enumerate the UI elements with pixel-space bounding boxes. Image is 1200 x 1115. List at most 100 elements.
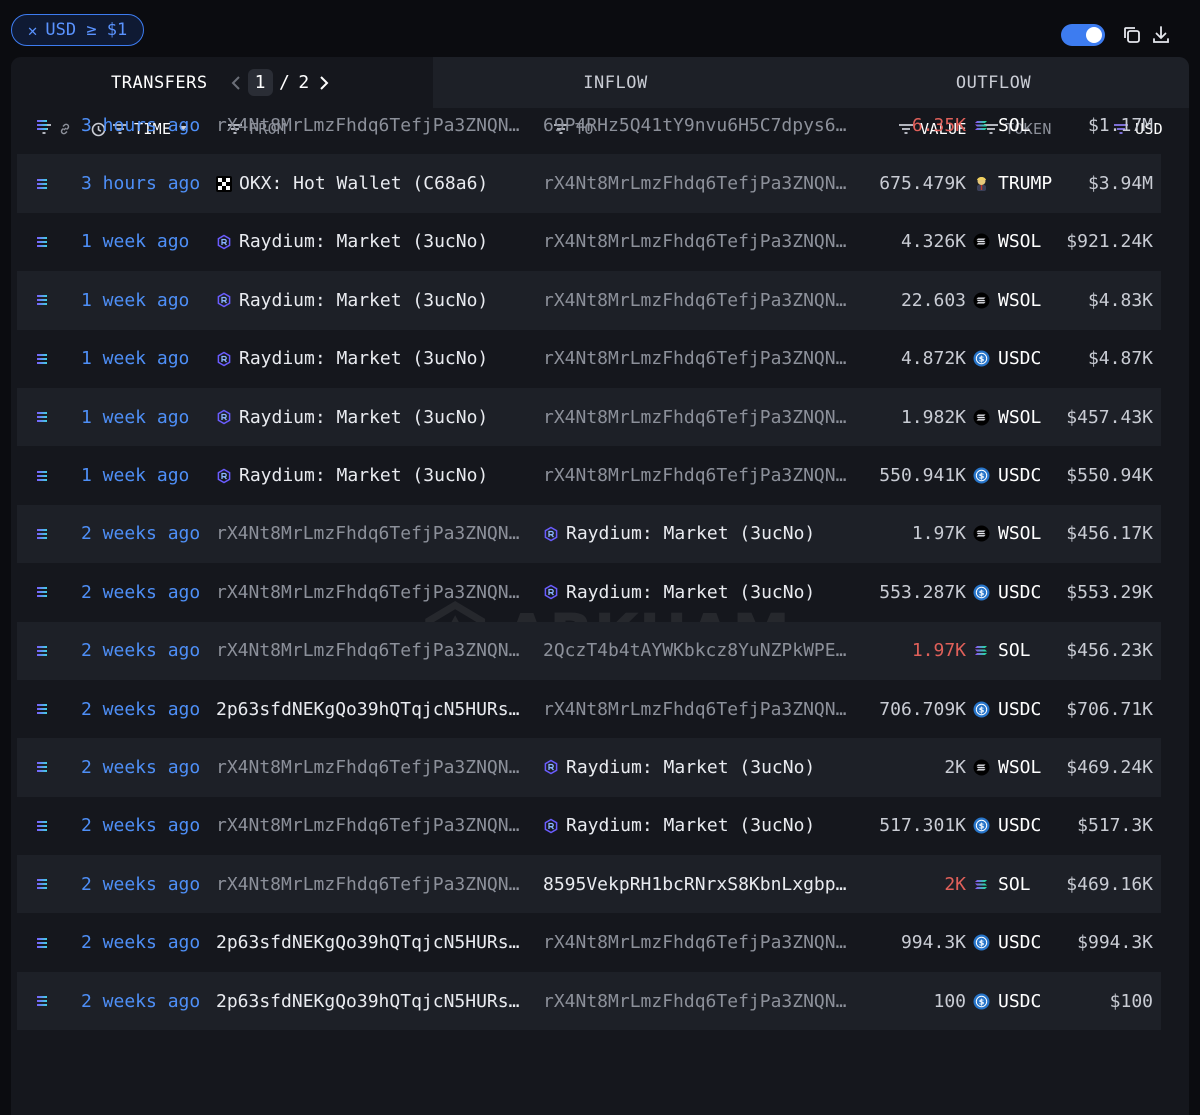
from-address-link[interactable]: 2p63sfdNEKgQo39hQTqjcN5HURs9…: [216, 699, 528, 720]
to-address-link[interactable]: rX4Nt8MrLmzFhdq6TefjPa3ZNQNu…: [543, 991, 855, 1012]
to-entity-link[interactable]: Raydium: Market (3ucNo): [566, 757, 815, 778]
time-link[interactable]: 1 week ago: [81, 271, 189, 329]
copy-icon[interactable]: [1121, 24, 1143, 46]
token-cell[interactable]: $ USDC: [973, 972, 1041, 1030]
table-row[interactable]: 2 weeks ago rX4Nt8MrLmzFhdq6TefjPa3ZNQNu……: [17, 855, 1161, 914]
table-row[interactable]: 1 week ago Raydium: Market (3ucNo) rX4Nt8M…: [17, 330, 1161, 388]
from-address-link[interactable]: rX4Nt8MrLmzFhdq6TefjPa3ZNQNu…: [216, 523, 528, 544]
time-link[interactable]: 2 weeks ago: [81, 913, 200, 971]
from-address-link[interactable]: 2p63sfdNEKgQo39hQTqjcN5HURs9…: [216, 932, 528, 953]
transfer-type-icon[interactable]: [35, 972, 59, 1030]
from-address-link[interactable]: rX4Nt8MrLmzFhdq6TefjPa3ZNQNu…: [216, 582, 528, 603]
transfer-type-icon[interactable]: [35, 271, 59, 329]
from-entity-link[interactable]: Raydium: Market (3ucNo): [239, 290, 488, 311]
table-row[interactable]: 3 hours ago rX4Nt8MrLmzFhdq6TefjPa3ZNQNu……: [17, 96, 1161, 154]
transfer-type-icon[interactable]: [35, 738, 59, 796]
time-link[interactable]: 2 weeks ago: [81, 680, 200, 738]
time-link[interactable]: 3 hours ago: [81, 154, 200, 212]
token-cell[interactable]: WSOL: [973, 213, 1041, 271]
table-row[interactable]: 1 week ago Raydium: Market (3ucNo) rX4Nt8M…: [17, 387, 1161, 447]
to-entity-link[interactable]: Raydium: Market (3ucNo): [566, 523, 815, 544]
from-address-link[interactable]: rX4Nt8MrLmzFhdq6TefjPa3ZNQNu…: [216, 874, 528, 895]
token-cell[interactable]: $ USDC: [973, 797, 1041, 855]
to-address-link[interactable]: rX4Nt8MrLmzFhdq6TefjPa3ZNQNu…: [543, 699, 855, 720]
to-address-link[interactable]: 8595VekpRH1bcRNrxS8KbnLxgbpR…: [543, 874, 855, 895]
time-link[interactable]: 2 weeks ago: [81, 738, 200, 796]
token-cell[interactable]: WSOL: [973, 505, 1041, 563]
to-address-link[interactable]: rX4Nt8MrLmzFhdq6TefjPa3ZNQNu…: [543, 348, 855, 369]
to-entity-link[interactable]: Raydium: Market (3ucNo): [566, 582, 815, 603]
table-row[interactable]: 2 weeks ago rX4Nt8MrLmzFhdq6TefjPa3ZNQNu……: [17, 797, 1161, 855]
close-icon[interactable]: ✕: [28, 21, 38, 40]
download-icon[interactable]: [1150, 24, 1172, 46]
table-row[interactable]: 2 weeks ago 2p63sfdNEKgQo39hQTqjcN5HURs9……: [17, 971, 1161, 1031]
transfer-type-icon[interactable]: [35, 330, 59, 388]
to-address-link[interactable]: 69P4RHz5Q41tY9nvu6H5C7dpys6n…: [543, 115, 855, 136]
from-entity-link[interactable]: Raydium: Market (3ucNo): [239, 348, 488, 369]
table-row[interactable]: 3 hours ago OKX: Hot Wallet (C68a6) rX4Nt8…: [17, 154, 1161, 213]
transfer-type-icon[interactable]: [35, 96, 59, 154]
to-address-link[interactable]: rX4Nt8MrLmzFhdq6TefjPa3ZNQNu…: [543, 290, 855, 311]
from-address-link[interactable]: rX4Nt8MrLmzFhdq6TefjPa3ZNQNu…: [216, 640, 528, 661]
table-row[interactable]: 2 weeks ago 2p63sfdNEKgQo39hQTqjcN5HURs9……: [17, 680, 1161, 738]
token-cell[interactable]: SOL: [973, 855, 1031, 913]
from-address-link[interactable]: rX4Nt8MrLmzFhdq6TefjPa3ZNQNu…: [216, 815, 528, 836]
toggle-switch[interactable]: [1061, 24, 1105, 46]
transfer-type-icon[interactable]: [35, 797, 59, 855]
from-entity-link[interactable]: OKX: Hot Wallet (C68a6): [239, 173, 488, 194]
to-address-link[interactable]: rX4Nt8MrLmzFhdq6TefjPa3ZNQNu…: [543, 932, 855, 953]
time-link[interactable]: 1 week ago: [81, 388, 189, 446]
from-address-link[interactable]: 2p63sfdNEKgQo39hQTqjcN5HURs9…: [216, 991, 528, 1012]
table-row[interactable]: 1 week ago Raydium: Market (3ucNo) rX4Nt8M…: [17, 446, 1161, 504]
transfer-type-icon[interactable]: [35, 680, 59, 738]
usd-filter-chip[interactable]: ✕ USD ≥ $1: [11, 14, 144, 46]
time-link[interactable]: 1 week ago: [81, 330, 189, 388]
token-cell[interactable]: WSOL: [973, 738, 1041, 796]
token-cell[interactable]: $ USDC: [973, 680, 1041, 738]
to-entity-link[interactable]: Raydium: Market (3ucNo): [566, 815, 815, 836]
transfer-type-icon[interactable]: [35, 213, 59, 271]
chevron-right-icon[interactable]: [316, 71, 332, 95]
table-row[interactable]: 1 week ago Raydium: Market (3ucNo) rX4Nt8M…: [17, 213, 1161, 271]
transfer-type-icon[interactable]: [35, 388, 59, 446]
from-address-link[interactable]: rX4Nt8MrLmzFhdq6TefjPa3ZNQNu…: [216, 115, 528, 136]
table-row[interactable]: 1 week ago Raydium: Market (3ucNo) rX4Nt8M…: [17, 271, 1161, 330]
time-link[interactable]: 2 weeks ago: [81, 622, 200, 680]
token-cell[interactable]: $ USDC: [973, 913, 1041, 971]
time-link[interactable]: 1 week ago: [81, 213, 189, 271]
token-cell[interactable]: TRUMP: [973, 154, 1052, 212]
from-entity-link[interactable]: Raydium: Market (3ucNo): [239, 407, 488, 428]
chevron-left-icon[interactable]: [228, 71, 244, 95]
to-address-link[interactable]: 2QczT4b4tAYWKbkcz8YuNZPkWPE4…: [543, 640, 855, 661]
time-link[interactable]: 2 weeks ago: [81, 563, 200, 621]
transfer-type-icon[interactable]: [35, 622, 59, 680]
token-cell[interactable]: $ USDC: [973, 330, 1041, 388]
time-link[interactable]: 2 weeks ago: [81, 855, 200, 913]
to-address-link[interactable]: rX4Nt8MrLmzFhdq6TefjPa3ZNQNu…: [543, 231, 855, 252]
time-link[interactable]: 2 weeks ago: [81, 797, 200, 855]
table-row[interactable]: 2 weeks ago 2p63sfdNEKgQo39hQTqjcN5HURs9……: [17, 913, 1161, 971]
from-address-link[interactable]: rX4Nt8MrLmzFhdq6TefjPa3ZNQNu…: [216, 757, 528, 778]
to-address-link[interactable]: rX4Nt8MrLmzFhdq6TefjPa3ZNQNu…: [543, 465, 855, 486]
time-link[interactable]: 2 weeks ago: [81, 972, 200, 1030]
transfer-type-icon[interactable]: [35, 913, 59, 971]
time-link[interactable]: 3 hours ago: [81, 96, 200, 154]
transfer-type-icon[interactable]: [35, 446, 59, 504]
token-cell[interactable]: WSOL: [973, 388, 1041, 446]
token-cell[interactable]: $ USDC: [973, 446, 1041, 504]
page-current[interactable]: 1: [247, 69, 273, 96]
transfer-type-icon[interactable]: [35, 563, 59, 621]
token-cell[interactable]: SOL: [973, 96, 1031, 154]
transfer-type-icon[interactable]: [35, 505, 59, 563]
from-entity-link[interactable]: Raydium: Market (3ucNo): [239, 231, 488, 252]
transfer-type-icon[interactable]: [35, 855, 59, 913]
table-row[interactable]: 2 weeks ago rX4Nt8MrLmzFhdq6TefjPa3ZNQNu……: [17, 621, 1161, 680]
token-cell[interactable]: WSOL: [973, 271, 1041, 329]
token-cell[interactable]: $ USDC: [973, 563, 1041, 621]
table-row[interactable]: 2 weeks ago rX4Nt8MrLmzFhdq6TefjPa3ZNQNu……: [17, 738, 1161, 797]
to-address-link[interactable]: rX4Nt8MrLmzFhdq6TefjPa3ZNQNu…: [543, 173, 855, 194]
from-entity-link[interactable]: Raydium: Market (3ucNo): [239, 465, 488, 486]
table-row[interactable]: 2 weeks ago rX4Nt8MrLmzFhdq6TefjPa3ZNQNu……: [17, 504, 1161, 564]
time-link[interactable]: 2 weeks ago: [81, 505, 200, 563]
time-link[interactable]: 1 week ago: [81, 446, 189, 504]
